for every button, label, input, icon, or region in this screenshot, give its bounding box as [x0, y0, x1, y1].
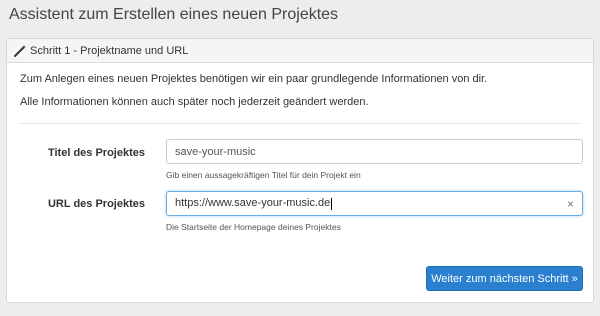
- text-caret: [331, 197, 333, 210]
- next-step-button[interactable]: Weiter zum nächsten Schritt »: [426, 266, 583, 291]
- title-input-value: save-your-music: [175, 145, 256, 158]
- page-title: Assistent zum Erstellen eines neuen Proj…: [9, 6, 339, 23]
- wizard-panel: Schritt 1 - Projektname und URL Zum Anle…: [6, 38, 594, 303]
- divider: [20, 123, 581, 124]
- intro-text-line1: Zum Anlegen eines neuen Projektes benöti…: [20, 73, 488, 85]
- clear-icon[interactable]: ×: [567, 197, 574, 211]
- title-help-text: Gib einen aussagekräftigen Titel für dei…: [166, 170, 361, 180]
- url-input[interactable]: https://www.save-your-music.de ×: [166, 191, 583, 216]
- title-input[interactable]: save-your-music: [166, 139, 583, 164]
- title-label: Titel des Projektes: [47, 147, 145, 159]
- panel-heading: Schritt 1 - Projektname und URL: [7, 39, 593, 63]
- url-label: URL des Projektes: [47, 198, 145, 210]
- intro-text-line2: Alle Informationen können auch später no…: [20, 96, 369, 108]
- url-help-text: Die Startseite der Homepage deines Proje…: [166, 222, 341, 232]
- url-input-value: https://www.save-your-music.de: [175, 197, 331, 210]
- panel-heading-label: Schritt 1 - Projektname und URL: [30, 44, 189, 57]
- magic-wand-icon: [14, 44, 27, 57]
